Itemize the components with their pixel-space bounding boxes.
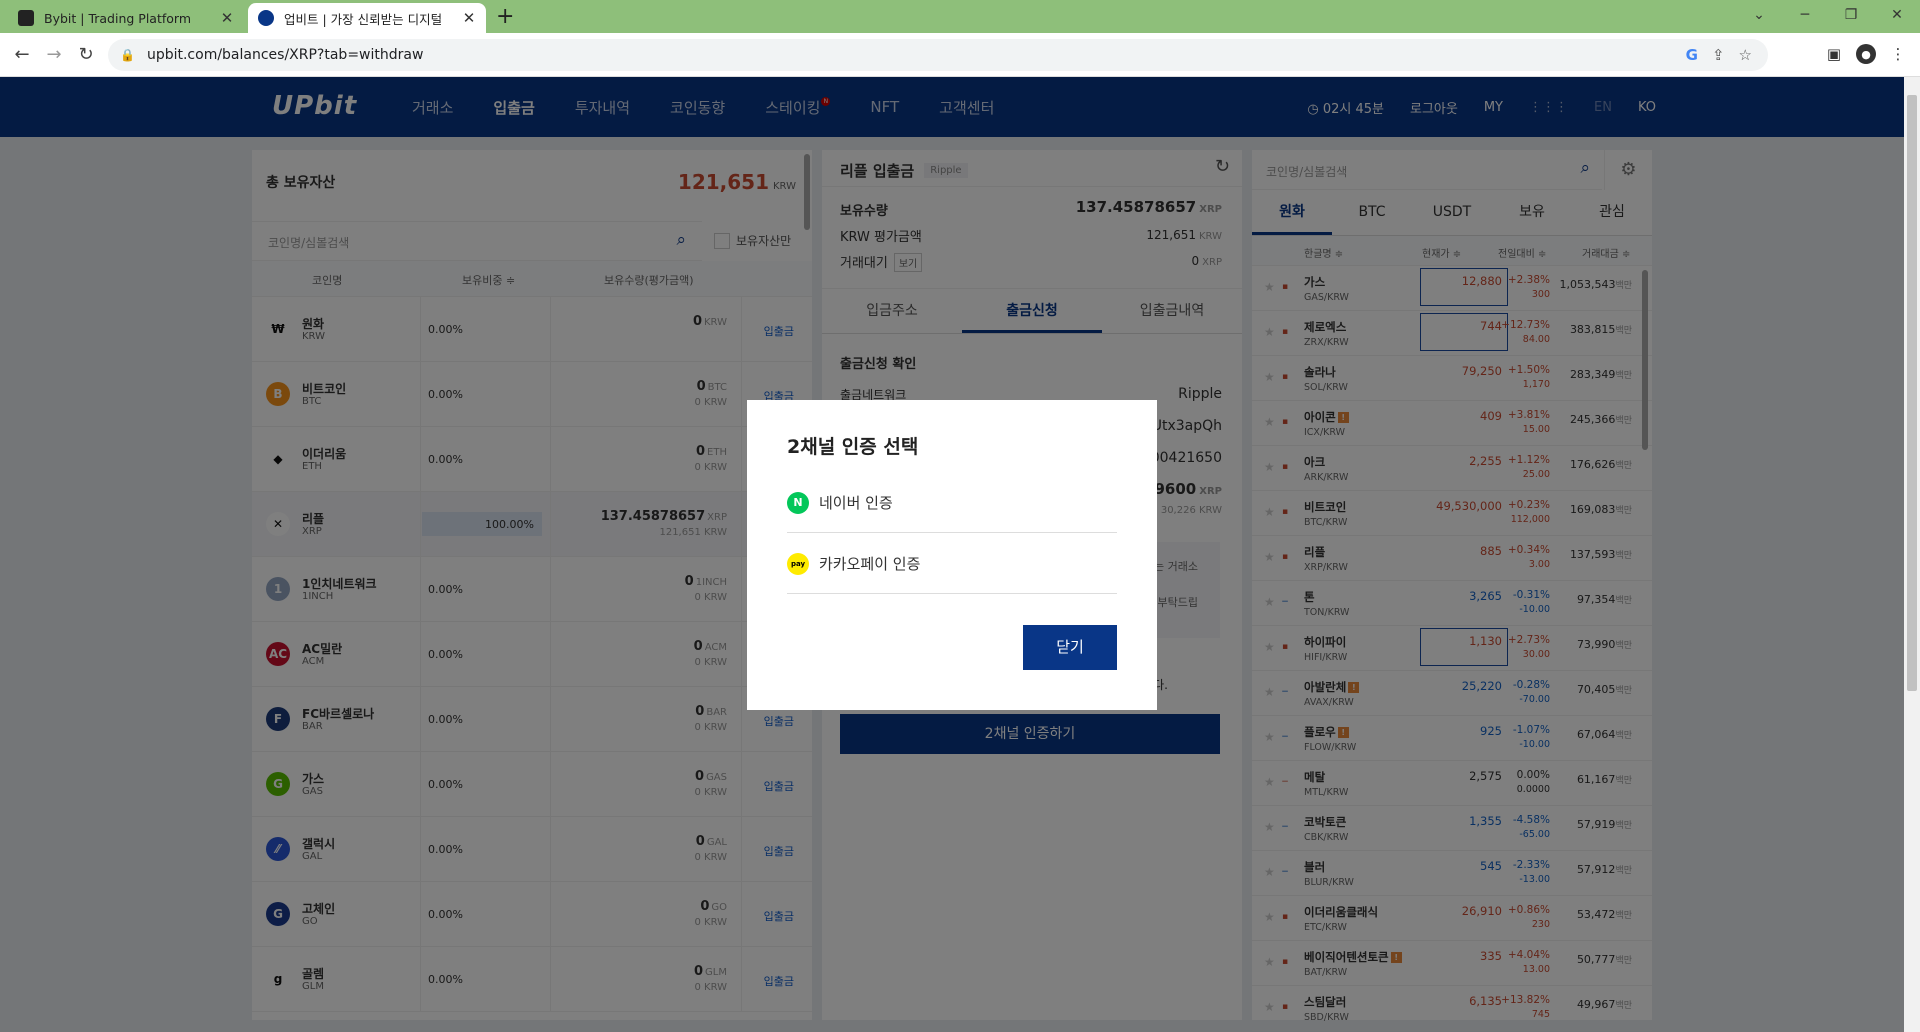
new-tab-icon[interactable]: +	[496, 4, 514, 30]
upbit-favicon-icon	[258, 10, 274, 26]
kakao-auth-label: 카카오페이 인증	[819, 555, 921, 573]
menu-dots-icon[interactable]: ⋮	[1886, 42, 1910, 66]
lock-icon: 🔒	[120, 48, 135, 62]
tab-title: Bybit | Trading Platform	[44, 10, 191, 26]
scrollbar-thumb[interactable]	[1907, 95, 1917, 691]
back-icon[interactable]: ←	[10, 42, 34, 66]
google-icon[interactable]: G	[1686, 46, 1698, 64]
reload-icon[interactable]: ↻	[74, 42, 98, 66]
page-scrollbar[interactable]	[1904, 77, 1920, 1032]
tab-search-icon[interactable]: ⌄	[1736, 0, 1782, 30]
bybit-favicon-icon	[18, 10, 34, 26]
kakaopay-icon: pay	[787, 552, 809, 575]
naver-auth-label: 네이버 인증	[819, 494, 893, 512]
naver-auth-option[interactable]: N 네이버 인증	[787, 473, 1117, 533]
share-icon[interactable]: ⇪	[1712, 46, 1725, 64]
address-bar-row: ← → ↻ 🔒 upbit.com/balances/XRP?tab=withd…	[0, 33, 1920, 77]
modal-title: 2채널 인증 선택	[787, 436, 919, 458]
close-tab-icon[interactable]: ✕	[220, 9, 234, 27]
profile-icon: ●	[1856, 44, 1876, 64]
profile-avatar[interactable]: ●	[1854, 42, 1878, 66]
browser-tab-strip: Bybit | Trading Platform ✕ 업비트 | 가장 신뢰받는…	[0, 0, 1920, 33]
url-field[interactable]: 🔒 upbit.com/balances/XRP?tab=withdraw G …	[108, 39, 1768, 71]
two-channel-auth-modal: 2채널 인증 선택 N 네이버 인증 pay 카카오페이 인증 닫기	[747, 400, 1157, 710]
url-text: upbit.com/balances/XRP?tab=withdraw	[146, 47, 424, 63]
window-close-icon[interactable]: ✕	[1874, 0, 1920, 30]
naver-icon: N	[787, 491, 809, 514]
browser-tab-bybit[interactable]: Bybit | Trading Platform ✕	[8, 3, 244, 33]
modal-overlay-header	[0, 77, 1904, 137]
minimize-icon[interactable]: ─	[1782, 0, 1828, 30]
restore-icon[interactable]: ❐	[1828, 0, 1874, 30]
side-panel-icon[interactable]: ▣	[1822, 42, 1846, 66]
tab-title: 업비트 | 가장 신뢰받는 디지털	[284, 11, 443, 27]
forward-icon[interactable]: →	[42, 42, 66, 66]
browser-tab-upbit[interactable]: 업비트 | 가장 신뢰받는 디지털 ✕	[248, 3, 486, 33]
bookmark-star-icon[interactable]: ☆	[1739, 46, 1752, 64]
kakao-auth-option[interactable]: pay 카카오페이 인증	[787, 534, 1117, 594]
close-button[interactable]: 닫기	[1023, 625, 1117, 670]
close-tab-icon[interactable]: ✕	[462, 9, 476, 27]
